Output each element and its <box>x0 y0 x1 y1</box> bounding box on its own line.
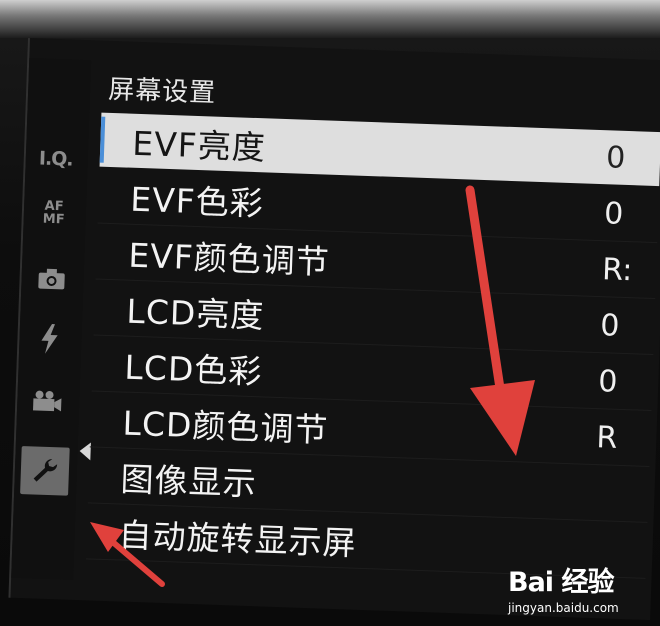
menu-item-label: LCD色彩 <box>123 347 264 392</box>
menu-item-value: 0 <box>603 195 624 232</box>
menu-item-value: 0 <box>597 363 619 400</box>
menu-item-value: R <box>595 419 618 456</box>
watermark-logo: Bai 经验 <box>508 567 614 598</box>
menu-item-label: LCD颜色调节 <box>121 403 330 450</box>
page-title: 屏幕设置 <box>107 74 217 109</box>
menu-item-value: 0 <box>599 307 621 344</box>
image-quality-tab[interactable]: I.Q. <box>31 134 81 184</box>
wrench-icon[interactable] <box>20 446 70 496</box>
camera-icon[interactable] <box>27 254 77 304</box>
flash-icon[interactable] <box>25 314 75 364</box>
menu-item-value: R: <box>601 251 633 288</box>
menu-item-label: EVF颜色调节 <box>127 235 331 282</box>
camera-top-rim <box>0 0 660 38</box>
menu-item-label: 图像显示 <box>119 459 258 504</box>
selection-marker <box>99 116 106 163</box>
iq-label: I.Q. <box>38 147 73 171</box>
menu-item-value: 0 <box>605 139 626 176</box>
settings-menu: EVF亮度 0 EVF色彩 0 EVF颜色调节 R: LCD亮度 0 LCD色彩… <box>85 112 660 579</box>
menu-item-label: LCD亮度 <box>125 291 265 336</box>
lcd-display: I.Q. AF MF 屏幕设置 EVF亮度 0 EVF色彩 0 EVF颜色调节 … <box>8 38 660 621</box>
video-icon[interactable] <box>23 376 73 426</box>
menu-item-label: 自动旋转显示屏 <box>118 515 358 563</box>
mf-label: MF <box>42 211 65 228</box>
menu-item-label: EVF色彩 <box>129 179 265 224</box>
menu-item-label: EVF亮度 <box>131 123 267 168</box>
watermark-site: jingyan.baidu.com <box>508 601 619 615</box>
camera-screen: I.Q. AF MF 屏幕设置 EVF亮度 0 EVF色彩 0 EVF颜色调节 … <box>8 38 660 621</box>
baidu-jingyan-watermark: Bai 经验 jingyan.baidu.com <box>508 560 658 615</box>
af-mf-tab[interactable]: AF MF <box>29 188 79 238</box>
